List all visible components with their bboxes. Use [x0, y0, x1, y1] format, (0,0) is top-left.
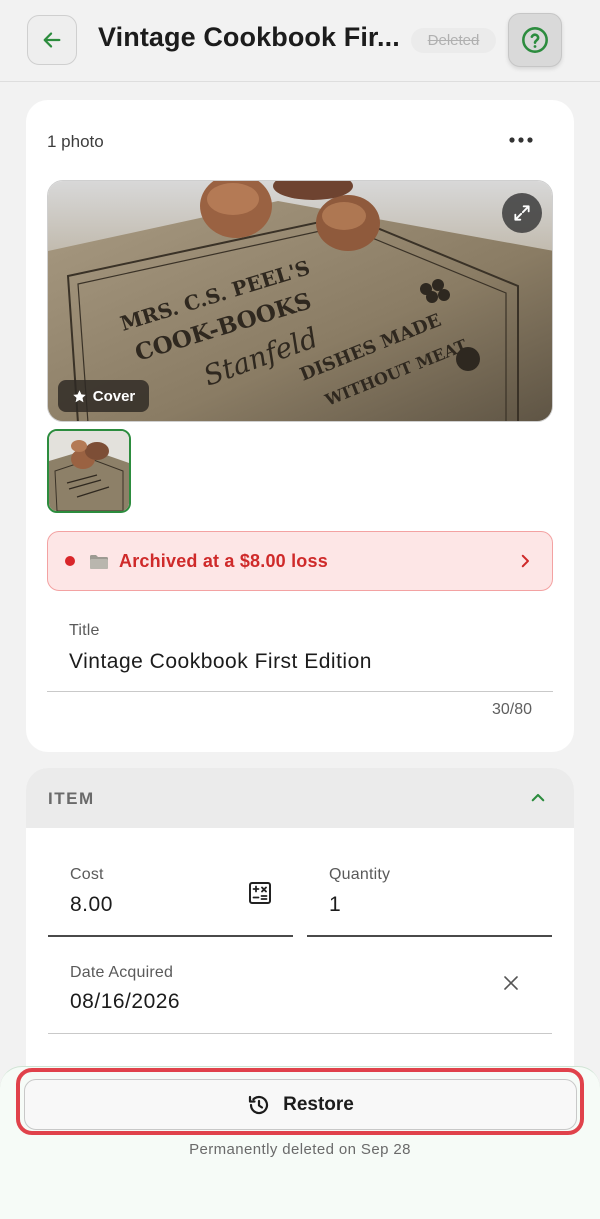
- archive-status-text: Archived at a $8.00 loss: [119, 550, 328, 571]
- title-field-label: Title: [69, 622, 100, 639]
- arrow-left-icon: [43, 32, 61, 48]
- status-badge: Deleted: [411, 28, 496, 53]
- cover-photo[interactable]: MRS. C.S. PEEL'S COOK-BOOKS Stanfeld DIS…: [47, 180, 553, 422]
- quantity-field-label: Quantity: [329, 866, 391, 883]
- folder-icon: [89, 553, 109, 570]
- star-icon: [72, 389, 86, 402]
- collapse-section-button[interactable]: [526, 786, 550, 810]
- cookbook-thumbnail-image: [49, 431, 129, 511]
- calculator-button[interactable]: [248, 881, 272, 905]
- item-section-header[interactable]: ITEM: [26, 768, 574, 828]
- date-acquired-input[interactable]: 08/16/2026: [70, 990, 180, 1014]
- app-header: Vintage Cookbook Fir... Deleted: [0, 0, 600, 82]
- more-options-button[interactable]: [506, 126, 536, 154]
- back-button[interactable]: [27, 15, 77, 65]
- title-field-underline: [47, 691, 553, 692]
- quantity-field-underline: [307, 935, 552, 937]
- archive-status-banner[interactable]: Archived at a $8.00 loss: [47, 531, 553, 591]
- item-section: ITEM Cost 8.00 Quantity 1 Date Acquired …: [26, 768, 574, 1068]
- close-icon: [504, 976, 518, 990]
- page-title: Vintage Cookbook Fir...: [98, 22, 400, 52]
- restore-history-icon: [249, 1095, 269, 1114]
- expand-photo-button[interactable]: [502, 193, 542, 233]
- cost-input[interactable]: 8.00: [70, 893, 113, 917]
- help-button[interactable]: [508, 13, 562, 67]
- expand-icon: [514, 205, 530, 221]
- quantity-input[interactable]: 1: [329, 893, 341, 917]
- date-field-underline: [48, 1033, 552, 1034]
- listing-card: 1 photo MRS. C.S. PEEL'S COOK-BOOKS Stan…: [26, 100, 574, 752]
- more-horizontal-icon: [509, 137, 533, 143]
- permanent-delete-note: Permanently deleted on Sep 28: [189, 1141, 411, 1158]
- restore-button-label: Restore: [283, 1093, 354, 1115]
- help-circle-icon: [522, 27, 548, 53]
- status-dot: [65, 556, 75, 566]
- item-section-title: ITEM: [48, 789, 95, 808]
- photo-count: 1 photo: [47, 132, 104, 151]
- calculator-icon: [249, 882, 271, 904]
- restore-button[interactable]: Restore: [24, 1079, 577, 1130]
- title-char-counter: 30/80: [491, 701, 532, 718]
- photo-thumbnail[interactable]: [47, 429, 131, 513]
- cover-label: Cover: [92, 387, 136, 405]
- cost-field-label: Cost: [70, 866, 104, 883]
- cost-field-underline: [48, 935, 293, 937]
- clear-date-button[interactable]: [500, 972, 522, 994]
- title-input[interactable]: Vintage Cookbook First Edition: [69, 650, 372, 674]
- cover-badge: Cover: [58, 380, 149, 412]
- date-acquired-label: Date Acquired: [70, 964, 174, 981]
- chevron-right-icon: [521, 554, 529, 568]
- chevron-up-icon: [531, 793, 545, 802]
